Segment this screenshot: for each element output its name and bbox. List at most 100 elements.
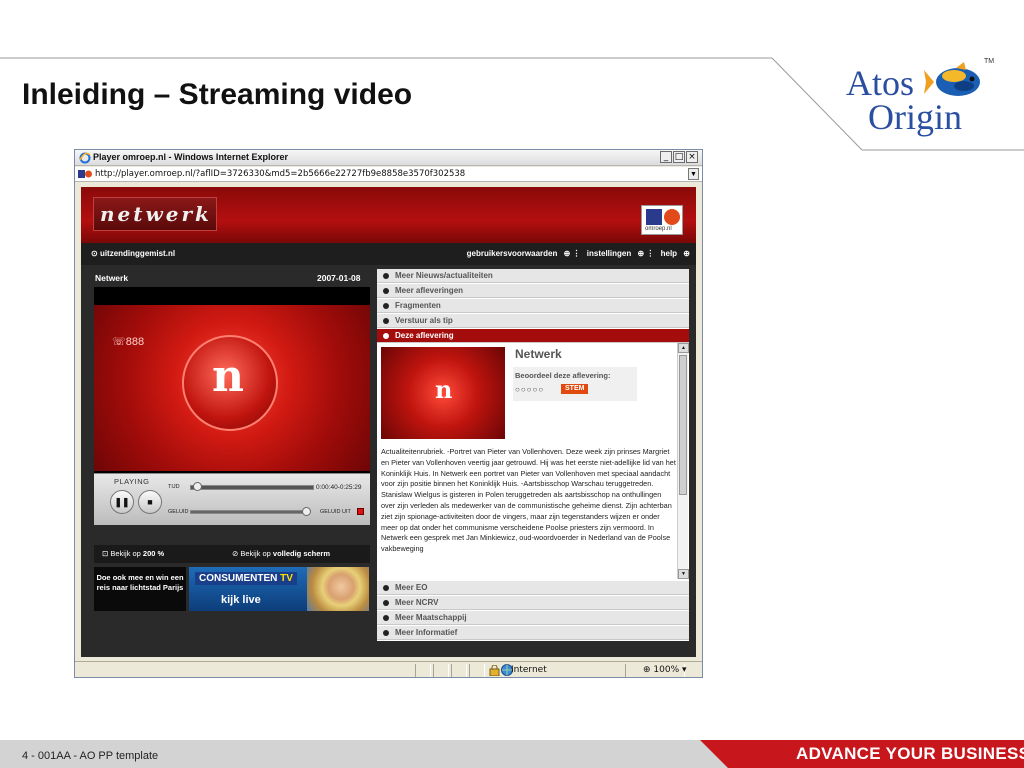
episode-description: Actualiteitenrubriek. -Portret van Piete… xyxy=(381,447,676,554)
bullet-icon xyxy=(383,585,389,591)
omroep-square-icon xyxy=(646,209,662,225)
mute-label: GELUID UIT xyxy=(320,509,351,515)
menu-item-ncrv[interactable]: Meer NCRV xyxy=(377,596,689,610)
back-icon: ⊙ xyxy=(91,249,100,258)
time-slider[interactable] xyxy=(190,485,314,490)
menu-item-tip[interactable]: Verstuur als tip xyxy=(377,314,689,328)
video-player[interactable]: ☏888 n xyxy=(94,287,370,473)
nav-link-help[interactable]: help xyxy=(661,249,677,258)
view-200-button[interactable]: ⊡ Bekijk op 200 % xyxy=(102,549,164,558)
footer-slogan-text: ADVANCE YOUR BUSINESS xyxy=(796,744,1024,763)
menu-item-label: Verstuur als tip xyxy=(395,316,453,325)
minimize-button[interactable]: _ xyxy=(660,151,672,163)
menu-item-informatief[interactable]: Meer Informatief xyxy=(377,626,689,640)
ie-window[interactable]: Player omroep.nl - Windows Internet Expl… xyxy=(74,149,703,678)
window-title: Player omroep.nl - Windows Internet Expl… xyxy=(93,152,288,162)
status-bar: Internet ⊕ 100% ▾ xyxy=(75,661,702,677)
address-url[interactable]: http://player.omroep.nl/?aflID=3726330&m… xyxy=(95,169,465,179)
bullet-icon xyxy=(383,630,389,636)
time-label: TIJD xyxy=(168,484,180,490)
bullet-icon xyxy=(383,318,389,324)
menu-item-nieuws[interactable]: Meer Nieuws/actualiteiten xyxy=(377,269,689,283)
volume-slider[interactable] xyxy=(190,510,308,514)
menu-item-deze-aflevering[interactable]: Deze aflevering xyxy=(377,329,689,343)
omroep-badge-label: omroep.nl xyxy=(645,226,672,232)
video-channel-number: 888 xyxy=(125,336,145,348)
address-dropdown-icon[interactable]: ▼ xyxy=(688,168,699,180)
arrow-icon: ⊕ ⋮ xyxy=(635,249,655,258)
playing-status: PLAYING xyxy=(114,477,150,486)
address-bar[interactable]: http://player.omroep.nl/?aflID=3726330&m… xyxy=(75,167,702,182)
program-date: 2007-01-08 xyxy=(317,273,361,283)
footer-text: 4 - 001AA - AO PP template xyxy=(22,750,159,762)
menu-item-label: Meer afleveringen xyxy=(395,286,464,295)
episode-thumbnail-logo: n xyxy=(435,375,453,404)
promo-tv-label: TV xyxy=(280,573,293,584)
promo-paris-banner[interactable]: Doe ook mee en win een reis naar lichtst… xyxy=(94,567,186,611)
zoom-level[interactable]: ⊕ 100% ▾ xyxy=(643,665,687,675)
maximize-button[interactable]: □ xyxy=(673,151,685,163)
status-cell xyxy=(451,664,467,677)
promo-consumenten-label: CONSUMENTEN xyxy=(199,573,278,584)
vote-button[interactable]: STEM xyxy=(561,384,589,394)
close-button[interactable]: × xyxy=(686,151,698,163)
nav-home-link[interactable]: ⊙ uitzendinggemist.nl xyxy=(91,249,175,258)
slide-title: Inleiding – Streaming video xyxy=(22,78,413,111)
view-fullscreen-prefix: Bekijk op xyxy=(240,549,273,558)
nav-link-settings[interactable]: instellingen xyxy=(587,249,631,258)
menu-item-fragmenten[interactable]: Fragmenten xyxy=(377,299,689,313)
view-200-label: 200 % xyxy=(142,549,165,558)
zoom-value: 100% xyxy=(653,665,680,675)
logo-line2: Origin xyxy=(868,97,962,137)
promo-presenter-photo xyxy=(307,567,369,611)
episode-thumbnail[interactable]: n xyxy=(381,347,505,439)
arrow-icon: ⊕ ⋮ xyxy=(561,249,581,258)
promo-paris-text: Doe ook mee en win een reis naar lichtst… xyxy=(96,573,184,592)
menu-item-afleveringen[interactable]: Meer afleveringen xyxy=(377,284,689,298)
rating-stars[interactable]: ○○○○○ xyxy=(515,385,544,394)
promo-consumenten-tv-banner[interactable]: CONSUMENTEN TV kijk live xyxy=(189,567,369,611)
episode-sidebar: Meer Nieuws/actualiteiten Meer afleverin… xyxy=(377,269,689,641)
nav-links: gebruikersvoorwaarden ⊕ ⋮ instellingen ⊕… xyxy=(463,249,690,258)
slide: Inleiding – Streaming video Atos Origin … xyxy=(0,0,1024,768)
status-cell xyxy=(415,664,431,677)
view-options: ⊡ Bekijk op 200 % ⊘ Bekijk op volledig s… xyxy=(94,545,370,563)
stop-button[interactable]: ■ xyxy=(138,490,162,514)
time-slider-handle[interactable] xyxy=(192,482,202,491)
bullet-icon xyxy=(383,333,389,339)
netwerk-logo-text: netwerk xyxy=(100,202,212,226)
menu-item-eo[interactable]: Meer EO xyxy=(377,581,689,595)
nav-home-label: uitzendinggemist.nl xyxy=(99,249,176,258)
page-content: netwerk omroep.nl ⊙ uitzendinggemist.nl … xyxy=(81,187,696,657)
menu-item-label: Deze aflevering xyxy=(395,331,454,340)
bullet-icon xyxy=(383,600,389,606)
lock-icon xyxy=(489,665,500,676)
volume-slider-handle[interactable] xyxy=(302,507,311,516)
window-titlebar[interactable]: Player omroep.nl - Windows Internet Expl… xyxy=(75,150,702,166)
description-scrollbar[interactable]: ▲ ▼ xyxy=(677,343,689,579)
player-controls: PLAYING ❚❚ ■ TIJD 0:00:40-0:25:29 GELUID… xyxy=(94,473,370,525)
view-200-prefix: Bekijk op xyxy=(110,549,143,558)
menu-item-label: Meer Maatschappij xyxy=(395,613,467,622)
nav-link-terms[interactable]: gebruikersvoorwaarden xyxy=(467,249,558,258)
logo-line1: Atos xyxy=(846,63,915,103)
scroll-down-icon[interactable]: ▼ xyxy=(678,569,689,579)
netwerk-logo[interactable]: netwerk xyxy=(93,197,217,231)
status-cell xyxy=(433,664,449,677)
menu-item-label: Meer NCRV xyxy=(395,598,439,607)
view-fullscreen-button[interactable]: ⊘ Bekijk op volledig scherm xyxy=(232,549,330,558)
scroll-up-icon[interactable]: ▲ xyxy=(678,343,689,353)
promo-consumenten-title: CONSUMENTEN TV xyxy=(195,572,297,585)
bullet-icon xyxy=(383,288,389,294)
video-n-logo: n xyxy=(212,351,244,402)
view-fullscreen-label: volledig scherm xyxy=(272,549,331,558)
zoom-in-icon: ⊕ xyxy=(643,665,654,675)
scroll-thumb[interactable] xyxy=(679,355,687,495)
mute-toggle[interactable] xyxy=(357,508,364,515)
site-header: netwerk omroep.nl xyxy=(81,187,696,243)
omroep-badge[interactable]: omroep.nl xyxy=(641,205,683,235)
omroep-circle-icon xyxy=(664,209,680,225)
menu-item-maatschappij[interactable]: Meer Maatschappij xyxy=(377,611,689,625)
bullet-icon xyxy=(383,615,389,621)
pause-button[interactable]: ❚❚ xyxy=(110,490,134,514)
